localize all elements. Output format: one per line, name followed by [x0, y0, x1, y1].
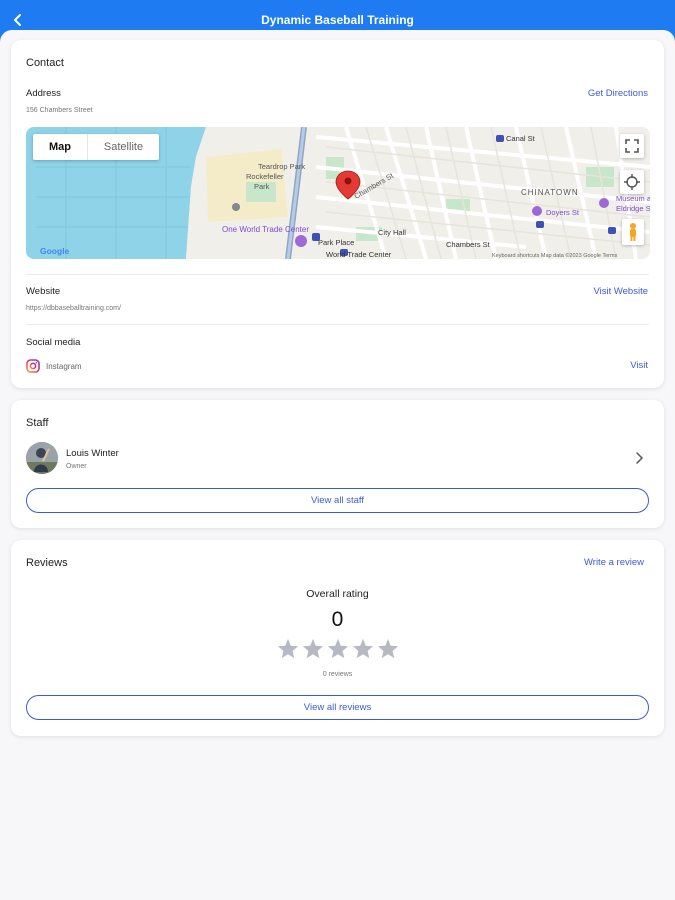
website-label: Website — [26, 286, 61, 297]
map-toggle-satellite[interactable]: Satellite — [87, 134, 159, 160]
divider — [26, 324, 649, 325]
review-count: 0 reviews — [322, 671, 353, 678]
view-all-reviews-button[interactable]: View all reviews — [26, 695, 649, 720]
pegman-icon — [630, 223, 636, 241]
svg-text:Museum at: Museum at — [616, 194, 650, 203]
recenter-button[interactable] — [620, 170, 644, 194]
contact-title: Contact — [26, 57, 64, 69]
write-review-link[interactable]: Write a review — [584, 557, 644, 568]
fullscreen-button[interactable] — [620, 134, 644, 158]
svg-text:One World Trade Center: One World Trade Center — [222, 225, 309, 234]
staff-member-name: Louis Winter — [66, 448, 119, 459]
chevron-right-icon — [636, 452, 644, 464]
crosshair-icon — [624, 174, 640, 190]
map-label-park: Teardrop Park — [258, 162, 305, 171]
svg-text:Chambers St: Chambers St — [446, 240, 491, 249]
page-title: Dynamic Baseball Training — [261, 13, 414, 27]
svg-text:Doyers St: Doyers St — [546, 208, 580, 217]
staff-member-row[interactable]: Louis Winter Owner — [11, 436, 664, 480]
svg-text:Eldridge St: Eldridge St — [616, 204, 650, 213]
social-visit-link[interactable]: Visit — [630, 360, 648, 371]
star-icon — [377, 638, 398, 659]
svg-text:Park: Park — [254, 182, 270, 191]
svg-text:CHINATOWN: CHINATOWN — [521, 188, 579, 197]
star-icon — [352, 638, 373, 659]
map-view[interactable]: Teardrop Park Rockefeller Park Chambers … — [26, 127, 650, 259]
avatar — [26, 442, 58, 474]
svg-text:Park Place: Park Place — [318, 238, 354, 247]
svg-text:Google: Google — [40, 246, 70, 256]
reviews-card: Reviews Write a review Overall rating 0 … — [11, 540, 664, 736]
view-all-staff-button[interactable]: View all staff — [26, 488, 649, 513]
staff-title: Staff — [26, 417, 49, 429]
overall-rating-value: 0 — [331, 608, 344, 631]
street-view-button[interactable] — [622, 219, 644, 245]
social-instagram-label: Instagram — [46, 362, 82, 371]
overall-rating-label: Overall rating — [306, 588, 369, 600]
social-media-label: Social media — [26, 337, 81, 348]
staff-member-role: Owner — [66, 463, 87, 470]
get-directions-link[interactable]: Get Directions — [588, 88, 648, 99]
star-rating — [11, 638, 664, 659]
star-icon — [327, 638, 348, 659]
map-toggle-map[interactable]: Map — [33, 134, 87, 160]
svg-text:Keyboard shortcuts Map data: Keyboard shortcuts Map data ©2023 Google… — [492, 252, 618, 259]
reviews-title: Reviews — [26, 557, 68, 569]
svg-text:World Trade Center: World Trade Center — [326, 250, 392, 259]
content-sheet: Contact Address 156 Chambers Street Get … — [0, 30, 675, 900]
svg-text:City Hall: City Hall — [378, 228, 406, 237]
instagram-icon — [26, 359, 40, 373]
staff-card: Staff Louis Winter Owner View all staff — [11, 400, 664, 528]
address-label: Address — [26, 88, 61, 99]
contact-card: Contact Address 156 Chambers Street Get … — [11, 40, 664, 388]
map-type-toggle[interactable]: Map Satellite — [33, 134, 159, 160]
address-value: 156 Chambers Street — [26, 107, 93, 114]
star-icon — [302, 638, 323, 659]
svg-text:Rockefeller: Rockefeller — [246, 172, 284, 181]
website-value: https://dbbaseballtraining.com/ — [26, 305, 121, 312]
fullscreen-icon — [625, 139, 639, 153]
star-icon — [277, 638, 298, 659]
divider — [26, 274, 649, 275]
svg-text:Canal St: Canal St — [506, 134, 536, 143]
visit-website-link[interactable]: Visit Website — [593, 286, 648, 297]
